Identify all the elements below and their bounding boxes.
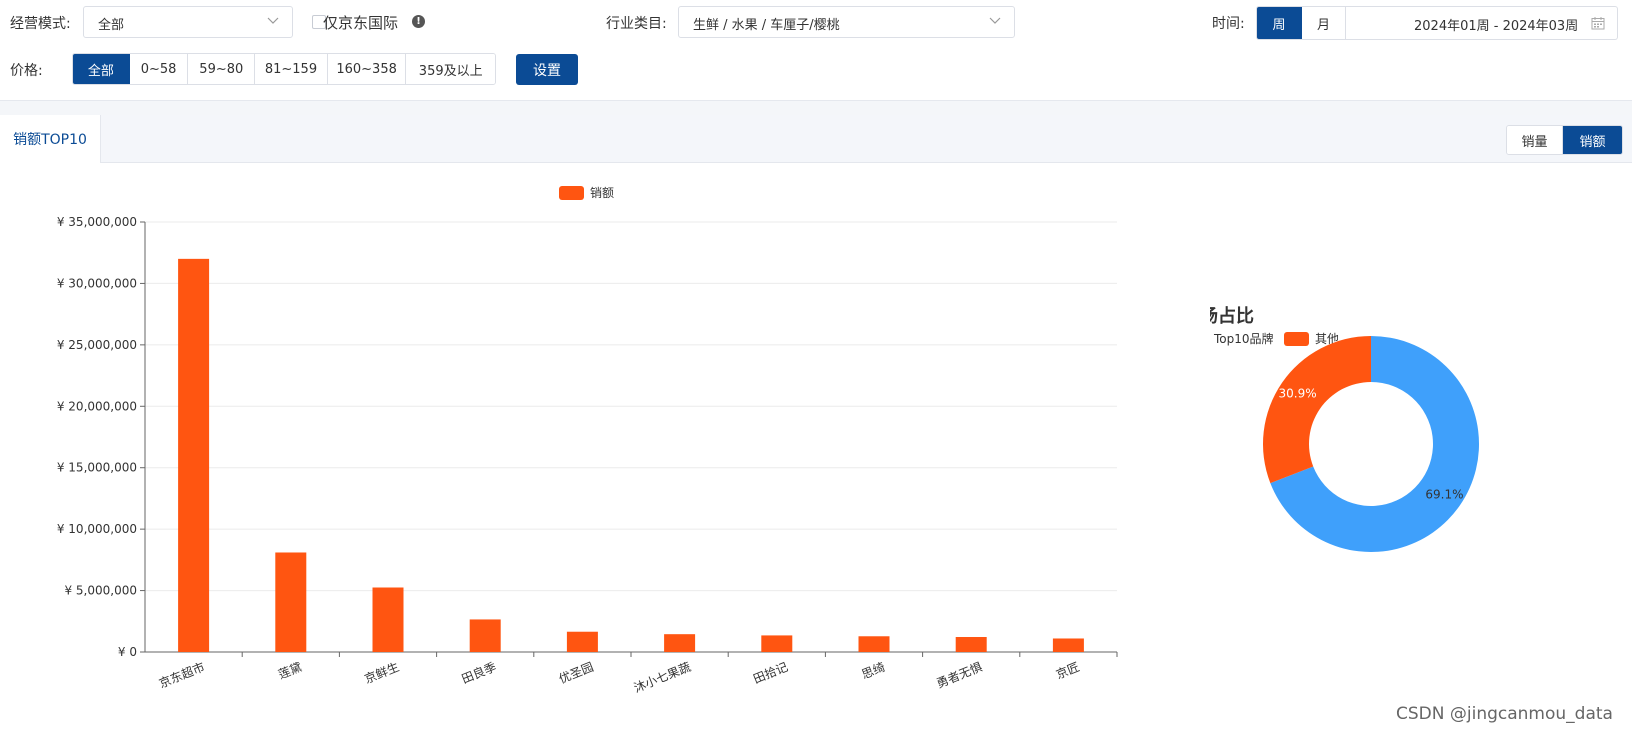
filter-panel: 经营模式: 全部 仅京东国际 ! 行业类目: 生鲜 / 水果 / 车厘子/樱桃 …: [0, 0, 1632, 101]
x-tick-label: 思绮: [860, 660, 888, 682]
bar: [566, 631, 598, 652]
price-option-0-58[interactable]: 0~58: [129, 54, 189, 84]
settings-button[interactable]: 设置: [516, 54, 578, 85]
legend-label: Top10品牌: [1213, 332, 1274, 346]
jd-intl-label: 仅京东国际: [323, 14, 399, 32]
time-unit-month-button[interactable]: 月: [1302, 7, 1346, 39]
x-tick-label: 勇者无惧: [934, 659, 984, 691]
industry-select-value: 生鲜 / 水果 / 车厘子/樱桃: [693, 18, 840, 33]
donut-slice-label: 69.1%: [1425, 487, 1463, 501]
bar: [469, 619, 501, 652]
y-tick-label: ¥ 30,000,000: [57, 276, 137, 290]
mode-select[interactable]: 全部: [83, 6, 293, 38]
section-gap: [0, 101, 1632, 115]
y-tick-label: ¥ 35,000,000: [57, 215, 137, 229]
chevron-down-icon: [989, 17, 1001, 24]
y-tick-label: ¥ 10,000,000: [57, 522, 137, 536]
metric-volume-button[interactable]: 销量: [1507, 126, 1563, 154]
mode-label: 经营模式:: [10, 16, 71, 32]
metric-amount-button[interactable]: 销额: [1563, 126, 1622, 154]
donut-slice-label: 30.9%: [1278, 387, 1316, 401]
price-option-59-80[interactable]: 59~80: [188, 54, 256, 84]
date-range-picker[interactable]: 2024年01周 - 2024年03周: [1398, 6, 1618, 40]
chart-legend: 销额: [559, 186, 614, 200]
donut-title: 市场占比: [1210, 305, 1254, 327]
info-icon[interactable]: !: [412, 15, 425, 28]
y-tick-label: ¥ 0: [118, 645, 137, 659]
time-unit-week-button[interactable]: 周: [1257, 7, 1302, 39]
y-tick-label: ¥ 5,000,000: [64, 584, 137, 598]
metric-toggle: 销量 销额: [1506, 125, 1623, 155]
x-tick-label: 田拾记: [751, 659, 790, 686]
price-option-160-358[interactable]: 160~358: [327, 54, 407, 84]
x-tick-label: 京匠: [1054, 660, 1082, 682]
bar: [1052, 638, 1084, 652]
price-option-359-plus[interactable]: 359及以上: [406, 54, 495, 84]
chevron-down-icon: [267, 17, 279, 24]
time-unit-toggle: 周 月: [1256, 6, 1400, 40]
market-share-donut-chart: 市场占比Top10品牌其他69.1%30.9%: [1210, 305, 1479, 552]
date-range-value: 2024年01周 - 2024年03周: [1414, 19, 1579, 34]
price-option-81-159[interactable]: 81~159: [255, 54, 328, 84]
bar: [178, 258, 210, 652]
bar: [955, 637, 987, 652]
bar: [664, 634, 696, 652]
x-tick-label: 京东超市: [157, 659, 207, 691]
x-tick-label: 京鲜生: [362, 660, 401, 686]
legend-swatch: [1284, 332, 1309, 346]
donut-slice: [1263, 336, 1371, 484]
x-tick-label: 莲黛: [276, 660, 304, 682]
sales-bar-chart: 销额 ¥ 0 ¥ 5,000,000 ¥ 10,000,000 ¥ 15,000,000…: [57, 186, 1118, 693]
price-option-all[interactable]: 全部: [73, 54, 130, 84]
x-tick-label: 田良季: [459, 659, 498, 686]
calendar-icon: [1591, 17, 1605, 30]
bar: [275, 552, 307, 652]
time-label: 时间:: [1212, 16, 1245, 32]
bar: [761, 635, 793, 652]
bar: [372, 587, 404, 652]
x-tick-label: 沐小七果蔬: [632, 660, 693, 693]
x-tick-label: 优圣园: [557, 660, 596, 686]
legend-swatch-sales: [559, 186, 584, 200]
watermark: CSDN @jingcanmou_data: [1396, 704, 1613, 724]
y-tick-label: ¥ 25,000,000: [57, 338, 137, 352]
tab-bar: 销额TOP10: [0, 115, 1632, 163]
industry-label: 行业类目:: [606, 16, 667, 32]
bar: [858, 636, 890, 652]
y-tick-label: ¥ 15,000,000: [57, 461, 137, 475]
price-range-group: 全部 0~58 59~80 81~159 160~358 359及以上: [72, 53, 496, 85]
mode-select-value: 全部: [98, 18, 125, 33]
industry-select[interactable]: 生鲜 / 水果 / 车厘子/樱桃: [678, 6, 1015, 38]
tab-sales-amount-top10[interactable]: 销额TOP10: [0, 115, 101, 163]
price-label: 价格:: [10, 63, 43, 79]
y-tick-label: ¥ 20,000,000: [57, 399, 137, 413]
legend-label-sales: 销额: [590, 186, 614, 200]
